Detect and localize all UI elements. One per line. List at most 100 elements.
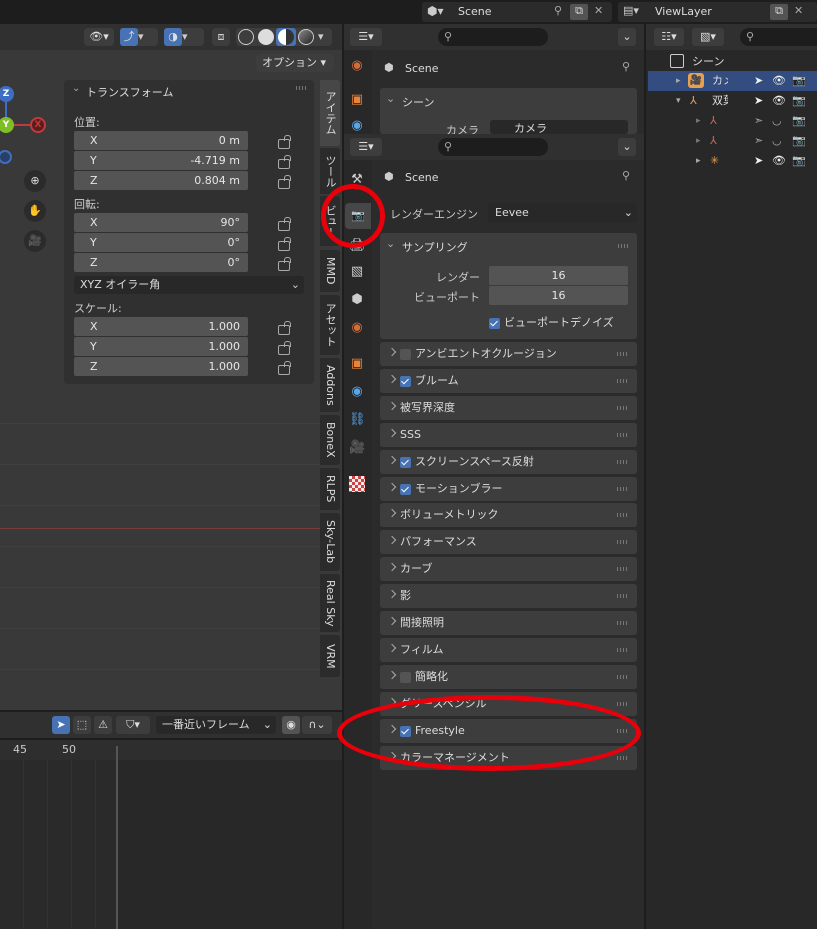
box-select-icon[interactable]: ⬚ xyxy=(73,716,91,734)
lock-icon[interactable] xyxy=(278,217,291,231)
panel-11[interactable]: 間接照明 xyxy=(380,611,637,635)
tab-real-sky[interactable]: Real Sky xyxy=(320,574,340,632)
chevron-right-icon[interactable] xyxy=(387,374,397,384)
object-tab-icon[interactable]: ▣ xyxy=(349,92,365,108)
chevron-right-icon[interactable] xyxy=(387,482,397,492)
lock-icon[interactable] xyxy=(278,321,291,335)
viewport-samples-field[interactable]: 16 xyxy=(489,286,628,305)
render-camera-icon[interactable]: 📷 xyxy=(792,131,806,151)
rotation-mode-dropdown[interactable]: XYZ オイラー角 ⌄ xyxy=(74,276,304,294)
chevron-right-icon[interactable] xyxy=(387,562,397,572)
options-dropdown[interactable]: オプション ▾ xyxy=(256,54,334,72)
lock-icon[interactable] xyxy=(278,135,291,149)
eye-closed-icon[interactable]: ◡ xyxy=(772,131,782,151)
lock-icon[interactable] xyxy=(278,341,291,355)
chevron-right-icon[interactable] xyxy=(387,616,397,626)
tab-asset[interactable]: アセット xyxy=(320,295,340,355)
render-camera-icon[interactable]: 📷 xyxy=(792,91,806,111)
chevron-right-icon[interactable] xyxy=(387,589,397,599)
new-scene-icon[interactable]: ⧉ xyxy=(570,4,588,20)
close-icon[interactable]: ✕ xyxy=(794,4,803,17)
panel-4[interactable]: SSS xyxy=(380,423,637,447)
tab-addons[interactable]: Addons xyxy=(320,358,340,412)
chevron-right-icon[interactable] xyxy=(387,455,397,465)
location-x-field[interactable]: X 0 m xyxy=(74,131,248,150)
drag-grip-icon[interactable] xyxy=(617,379,629,383)
visibility-dropdown[interactable]: 👁▾ xyxy=(84,28,114,46)
new-viewlayer-icon[interactable]: ⧉ xyxy=(770,4,788,20)
drag-grip-icon[interactable] xyxy=(617,352,629,356)
chevron-right-icon[interactable] xyxy=(387,670,397,680)
drag-grip-icon[interactable] xyxy=(617,513,629,517)
chevron-right-icon[interactable]: ▸ xyxy=(676,71,681,91)
chevron-down-icon[interactable]: ⌄ xyxy=(618,28,636,46)
render-engine-dropdown[interactable]: Eevee ⌄ xyxy=(488,203,637,223)
lock-icon[interactable] xyxy=(278,361,291,375)
snap-dropdown[interactable]: 一番近いフレーム ⌄ xyxy=(156,716,276,734)
render-camera-icon[interactable]: 📷 xyxy=(792,71,806,91)
camera-field[interactable]: カメラ xyxy=(490,120,628,134)
search-input[interactable]: ⚲ xyxy=(438,28,548,46)
pin-icon[interactable]: ⚲ xyxy=(622,60,630,73)
panel-6[interactable]: モーションブラー xyxy=(380,477,637,501)
panel-7[interactable]: ボリューメトリック xyxy=(380,503,637,527)
chevron-right-icon[interactable] xyxy=(387,508,397,518)
chevron-right-icon[interactable] xyxy=(387,643,397,653)
drag-grip-icon[interactable] xyxy=(617,487,629,491)
panel-2[interactable]: ブルーム xyxy=(380,369,637,393)
scene-tab-icon[interactable]: ⬢ xyxy=(349,292,365,308)
display-mode-dropdown[interactable]: ▧▾ xyxy=(692,28,724,46)
panel-12[interactable]: フィルム xyxy=(380,638,637,662)
drag-grip-icon[interactable] xyxy=(617,567,629,571)
checkbox-checked[interactable] xyxy=(489,317,500,329)
outliner-row-scene[interactable]: シーン xyxy=(648,52,817,72)
lock-icon[interactable] xyxy=(278,175,291,189)
tab-item[interactable]: アイテム xyxy=(320,80,340,146)
chevron-right-icon[interactable]: ▸ xyxy=(696,151,701,171)
close-icon[interactable]: ✕ xyxy=(594,4,603,17)
checkbox-checked[interactable] xyxy=(400,375,411,387)
pin-icon[interactable]: ⚲ xyxy=(554,4,562,17)
viewlayer-selector[interactable]: ▤▾ ViewLayer ⧉ ✕ xyxy=(618,2,817,22)
filter-dropdown[interactable]: ⛉▾ xyxy=(116,716,150,734)
select-arrow-icon[interactable]: ➤ xyxy=(754,91,763,111)
camera-view-icon[interactable]: 🎥 xyxy=(24,230,46,252)
drag-grip-icon[interactable] xyxy=(617,702,629,706)
select-arrow-icon[interactable]: ➣ xyxy=(754,131,763,151)
object-tab-icon[interactable]: ▣ xyxy=(349,356,365,372)
outliner-row-child-1[interactable]: ▸ ⅄ ➣ ◡ 📷 xyxy=(648,111,817,131)
panel-1[interactable]: アンビエントオクルージョン xyxy=(380,342,637,366)
pan-hand-icon[interactable]: ✋ xyxy=(24,200,46,222)
tab-vrm[interactable]: VRM xyxy=(320,635,340,677)
panel-10[interactable]: 影 xyxy=(380,584,637,608)
lock-icon[interactable] xyxy=(278,155,291,169)
lock-icon[interactable] xyxy=(278,237,291,251)
panel-5[interactable]: スクリーンスペース反射 xyxy=(380,450,637,474)
gizmo-toggle[interactable]: ⤴ ▾ xyxy=(120,28,158,46)
rendered-shading-icon[interactable] xyxy=(298,29,314,45)
solid-shading-icon[interactable] xyxy=(258,29,274,45)
shading-modes[interactable]: ▾ xyxy=(236,28,332,46)
chevron-down-icon[interactable]: ⌄ xyxy=(618,138,636,156)
tab-rlps[interactable]: RLPS xyxy=(320,468,340,510)
constraints-tab-icon[interactable]: ⛓ xyxy=(349,412,366,428)
rotation-x-field[interactable]: X 90° xyxy=(74,213,248,232)
drag-grip-icon[interactable] xyxy=(617,406,629,410)
overlay-toggle[interactable]: ◑ ▾ xyxy=(164,28,204,46)
render-camera-icon[interactable]: 📷 xyxy=(792,151,806,171)
gizmo-z-ball[interactable]: Z xyxy=(0,86,14,102)
rotation-y-field[interactable]: Y 0° xyxy=(74,233,248,252)
world-tab-icon[interactable]: ◉ xyxy=(349,58,365,74)
editor-type-icon[interactable]: ☰▾ xyxy=(350,28,382,46)
scale-y-field[interactable]: Y 1.000 xyxy=(74,337,248,356)
checkbox-checked[interactable] xyxy=(400,456,411,468)
checkbox-checked[interactable] xyxy=(400,483,411,495)
chevron-down-icon[interactable]: ⌄ xyxy=(386,237,395,250)
chevron-right-icon[interactable] xyxy=(387,535,397,545)
eye-closed-icon[interactable]: ◡ xyxy=(772,111,782,131)
chevron-right-icon[interactable]: ▸ xyxy=(696,111,701,131)
location-z-field[interactable]: Z 0.804 m xyxy=(74,171,248,190)
warning-icon[interactable]: ⚠ xyxy=(94,716,112,734)
object-data-tab-icon[interactable]: 🎥 xyxy=(349,440,365,456)
tab-bonex[interactable]: BoneX xyxy=(320,415,340,465)
